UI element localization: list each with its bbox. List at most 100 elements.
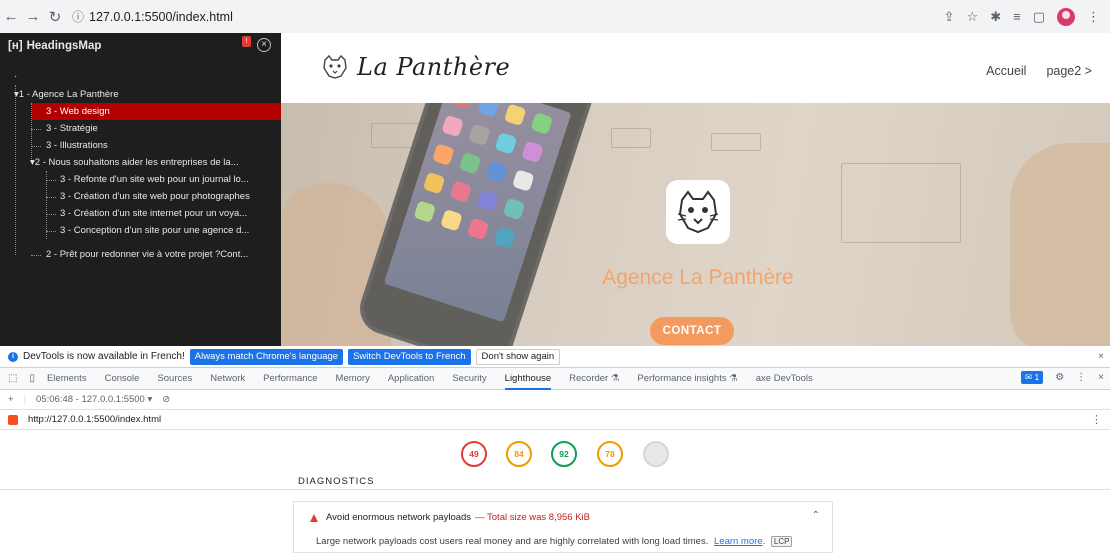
- close-devtools-icon[interactable]: ×: [1098, 372, 1104, 383]
- headingsmap-header: [ʜ] HeadingsMap: [0, 33, 281, 58]
- tab-elements[interactable]: Elements: [47, 368, 87, 390]
- website-viewport: La Panthère Accueil page2 > Agence La Pa…: [281, 33, 1110, 346]
- devtools-menu-icon[interactable]: ⋮: [1076, 372, 1086, 383]
- device-toolbar-icon[interactable]: ▯: [29, 373, 35, 384]
- nav-link-accueil[interactable]: Accueil: [986, 64, 1026, 78]
- heading-item-h3[interactable]: 3 - Stratégie: [46, 120, 276, 137]
- dont-show-again-button[interactable]: Don't show again: [475, 348, 561, 365]
- report-url: http://127.0.0.1:5500/index.html: [28, 414, 162, 425]
- site-nav: Accueil page2 >: [986, 64, 1092, 78]
- browser-menu-icon[interactable]: ⋮: [1087, 9, 1100, 25]
- headingsmap-title: HeadingsMap: [26, 39, 102, 52]
- devtools-panel: i DevTools is now available in French! A…: [0, 346, 1110, 553]
- lcp-tag: LCP: [770, 536, 793, 547]
- info-icon: i: [8, 351, 18, 362]
- side-panel-icon[interactable]: ▢: [1033, 9, 1045, 25]
- tree-line: [46, 180, 56, 181]
- tab-security[interactable]: Security: [452, 368, 486, 390]
- contact-button[interactable]: CONTACT: [650, 317, 734, 345]
- audit-detail: — Total size was 8,956 KiB: [475, 512, 590, 523]
- heading-item-h3[interactable]: 3 - Création d'un site internet pour un …: [60, 205, 278, 222]
- banner-text: DevTools is now available in French!: [23, 351, 185, 362]
- headingsmap-panel: [ʜ] HeadingsMap ! × · ▾1 - Agence La Pan…: [0, 33, 281, 346]
- lighthouse-url-bar: http://127.0.0.1:5500/index.html ⋮: [0, 410, 1110, 430]
- score-gauges: 49 84 92 78: [0, 441, 1110, 471]
- score-gauge-performance[interactable]: 49: [461, 441, 487, 467]
- warning-triangle-icon: [310, 513, 318, 522]
- tree-line: [46, 197, 56, 198]
- lighthouse-report-bar: + | 05:06:48 - 127.0.0.1:5500 ▾ ⊘: [0, 390, 1110, 410]
- score-gauge-best-practices[interactable]: 92: [551, 441, 577, 467]
- tree-line: [46, 171, 47, 239]
- tree-line: [46, 214, 56, 215]
- report-selector[interactable]: 05:06:48 - 127.0.0.1:5500 ▾: [36, 394, 152, 405]
- forward-icon[interactable]: →: [22, 8, 44, 25]
- reload-icon[interactable]: ↻: [44, 8, 66, 26]
- close-icon[interactable]: ×: [257, 38, 271, 52]
- heading-item-h1[interactable]: ▾1 - Agence La Panthère: [14, 86, 274, 103]
- score-gauge-accessibility[interactable]: 84: [506, 441, 532, 467]
- tree-root-dot: ·: [14, 71, 18, 82]
- tree-line: [15, 85, 16, 255]
- tab-performance-insights[interactable]: Performance insights ⚗: [637, 368, 737, 390]
- audit-description: Large network payloads cost users real m…: [316, 536, 709, 547]
- new-report-icon[interactable]: +: [8, 394, 14, 405]
- chevron-up-icon[interactable]: ⌃: [812, 510, 820, 521]
- diagnostics-title: DIAGNOSTICS: [298, 476, 375, 487]
- tab-performance[interactable]: Performance: [263, 368, 317, 390]
- heading-item-h2[interactable]: ▾2 - Nous souhaitons aider les entrepris…: [30, 154, 280, 171]
- site-brand[interactable]: La Panthère: [321, 53, 510, 81]
- heading-item-h2[interactable]: 2 - Prêt pour redonner vie à votre proje…: [46, 246, 278, 263]
- profile-avatar[interactable]: [1057, 7, 1075, 26]
- reading-list-icon[interactable]: ≡: [1013, 9, 1021, 24]
- browser-toolbar: ← → ↻ ⓘ 127.0.0.1:5500/index.html ⇪ ☆ ✱ …: [0, 0, 1110, 33]
- clear-reports-icon[interactable]: ⊘: [162, 394, 170, 405]
- heading-item-h3[interactable]: 3 - Conception d'un site pour une agence…: [60, 222, 278, 239]
- headingsmap-alert-icon[interactable]: !: [242, 36, 251, 47]
- tree-line: [31, 146, 41, 147]
- tree-line: [31, 129, 41, 130]
- audit-title: Avoid enormous network payloads: [326, 512, 472, 523]
- tab-recorder[interactable]: Recorder ⚗: [569, 368, 619, 390]
- close-banner-icon[interactable]: ×: [1098, 351, 1104, 362]
- issues-badge[interactable]: ✉ 1: [1020, 371, 1044, 384]
- heading-item-h3[interactable]: 3 - Création d'un site web pour photogra…: [60, 188, 278, 205]
- heading-item-h3[interactable]: 3 - Illustrations: [46, 137, 276, 154]
- tab-memory[interactable]: Memory: [336, 368, 370, 390]
- address-bar[interactable]: ⓘ 127.0.0.1:5500/index.html: [72, 4, 233, 29]
- lighthouse-icon: [8, 414, 18, 425]
- panther-logo-icon: [323, 54, 347, 79]
- extensions-icon[interactable]: ✱: [990, 9, 1001, 25]
- score-gauge-pwa[interactable]: [643, 441, 669, 467]
- learn-more-link[interactable]: Learn more: [714, 536, 763, 547]
- tree-line: [46, 231, 56, 232]
- bookmark-star-icon[interactable]: ☆: [967, 9, 979, 25]
- nav-link-page2[interactable]: page2 >: [1046, 64, 1092, 78]
- tab-axe-devtools[interactable]: axe DevTools: [756, 368, 813, 390]
- tree-line: [31, 255, 41, 256]
- site-header: La Panthère Accueil page2 >: [281, 33, 1110, 103]
- switch-french-button[interactable]: Switch DevTools to French: [348, 348, 471, 365]
- back-icon[interactable]: ←: [0, 8, 22, 25]
- hero-section: Agence La Panthère CONTACT: [281, 103, 1110, 346]
- settings-gear-icon[interactable]: ⚙: [1055, 372, 1064, 383]
- heading-item-h3[interactable]: 3 - Refonte d'un site web pour un journa…: [60, 171, 278, 188]
- tab-lighthouse[interactable]: Lighthouse: [504, 368, 552, 390]
- panther-logo-icon: [677, 190, 719, 234]
- tab-sources[interactable]: Sources: [157, 368, 192, 390]
- hero-title: Agence La Panthère: [602, 266, 794, 289]
- heading-item-h3-selected[interactable]: 3 - Web design: [32, 103, 281, 120]
- devtools-tabbar: ⬚ ▯ Elements Console Sources Network Per…: [0, 368, 1110, 390]
- report-menu-icon[interactable]: ⋮: [1091, 413, 1102, 426]
- score-gauge-seo[interactable]: 78: [597, 441, 623, 467]
- share-icon[interactable]: ⇪: [944, 9, 955, 25]
- site-info-icon[interactable]: ⓘ: [72, 8, 84, 25]
- inspect-element-icon[interactable]: ⬚: [8, 373, 17, 384]
- tab-application[interactable]: Application: [388, 368, 434, 390]
- match-language-button[interactable]: Always match Chrome's language: [189, 348, 344, 365]
- audit-item[interactable]: Avoid enormous network payloads — Total …: [293, 501, 833, 553]
- brand-name: La Panthère: [357, 53, 511, 81]
- tab-console[interactable]: Console: [105, 368, 140, 390]
- tab-network[interactable]: Network: [210, 368, 245, 390]
- devtools-language-banner: i DevTools is now available in French! A…: [0, 346, 1110, 368]
